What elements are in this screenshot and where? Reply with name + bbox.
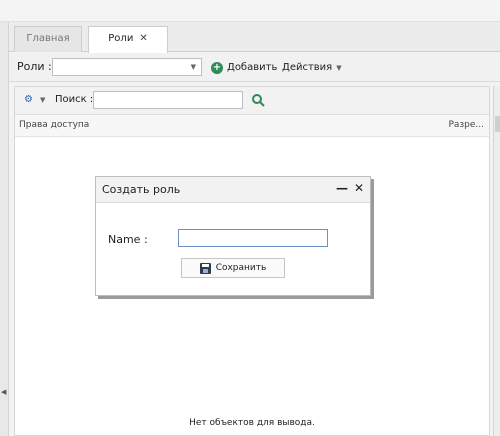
column-header-permissions[interactable]: Права доступа <box>19 120 89 130</box>
tab-home-label: Главная <box>26 33 70 44</box>
tab-roles[interactable]: Роли ✕ <box>88 26 168 53</box>
top-bar <box>0 0 500 22</box>
table-header: Права доступа Разре... <box>15 115 489 137</box>
scrollbar-thumb[interactable] <box>495 116 500 132</box>
actions-menu[interactable]: Действия ▼ <box>282 59 342 76</box>
tab-roles-label: Роли <box>108 33 134 44</box>
save-button-label: Сохранить <box>215 263 267 273</box>
chevron-down-icon: ▼ <box>336 64 342 72</box>
panel-toolbar: ⚙ ▼ Поиск : <box>15 87 489 115</box>
name-label: Name : <box>108 233 148 246</box>
chevron-down-icon[interactable]: ▼ <box>40 96 45 104</box>
close-icon[interactable]: ✕ <box>354 181 364 195</box>
actions-menu-label: Действия <box>282 62 333 73</box>
roles-select[interactable]: ▼ <box>52 58 202 76</box>
plus-circle-icon: + <box>211 61 223 74</box>
column-header-allowed[interactable]: Разре... <box>448 120 484 130</box>
dialog-title: Создать роль <box>102 183 181 196</box>
add-button[interactable]: + Добавить <box>211 59 277 76</box>
add-button-label: Добавить <box>227 62 278 73</box>
create-role-dialog: Создать роль — ✕ Name : Сохранить <box>95 176 371 296</box>
tab-close-icon[interactable]: ✕ <box>139 33 147 44</box>
search-icon[interactable] <box>251 93 265 107</box>
settings-icon[interactable]: ⚙ <box>24 94 33 105</box>
search-input[interactable] <box>93 91 243 109</box>
chevron-down-icon[interactable]: ▼ <box>191 63 196 71</box>
right-scrollbar[interactable] <box>493 86 500 436</box>
search-label: Поиск : <box>55 94 94 105</box>
tab-bar: Главная Роли ✕ <box>9 22 500 53</box>
name-input[interactable] <box>178 229 328 247</box>
expand-left-icon[interactable]: ◀ <box>1 388 6 396</box>
tab-home[interactable]: Главная <box>14 26 82 52</box>
roles-label: Роли : <box>17 60 52 73</box>
floppy-disk-icon <box>199 262 211 274</box>
roles-toolbar: Роли : ▼ + Добавить Действия ▼ <box>9 53 500 82</box>
dialog-titlebar[interactable]: Создать роль — ✕ <box>96 177 370 203</box>
empty-message: Нет объектов для вывода. <box>189 418 315 428</box>
minimize-icon[interactable]: — <box>336 181 348 195</box>
left-collapsed-panel[interactable]: ◀ <box>0 22 9 436</box>
save-button[interactable]: Сохранить <box>181 258 285 278</box>
